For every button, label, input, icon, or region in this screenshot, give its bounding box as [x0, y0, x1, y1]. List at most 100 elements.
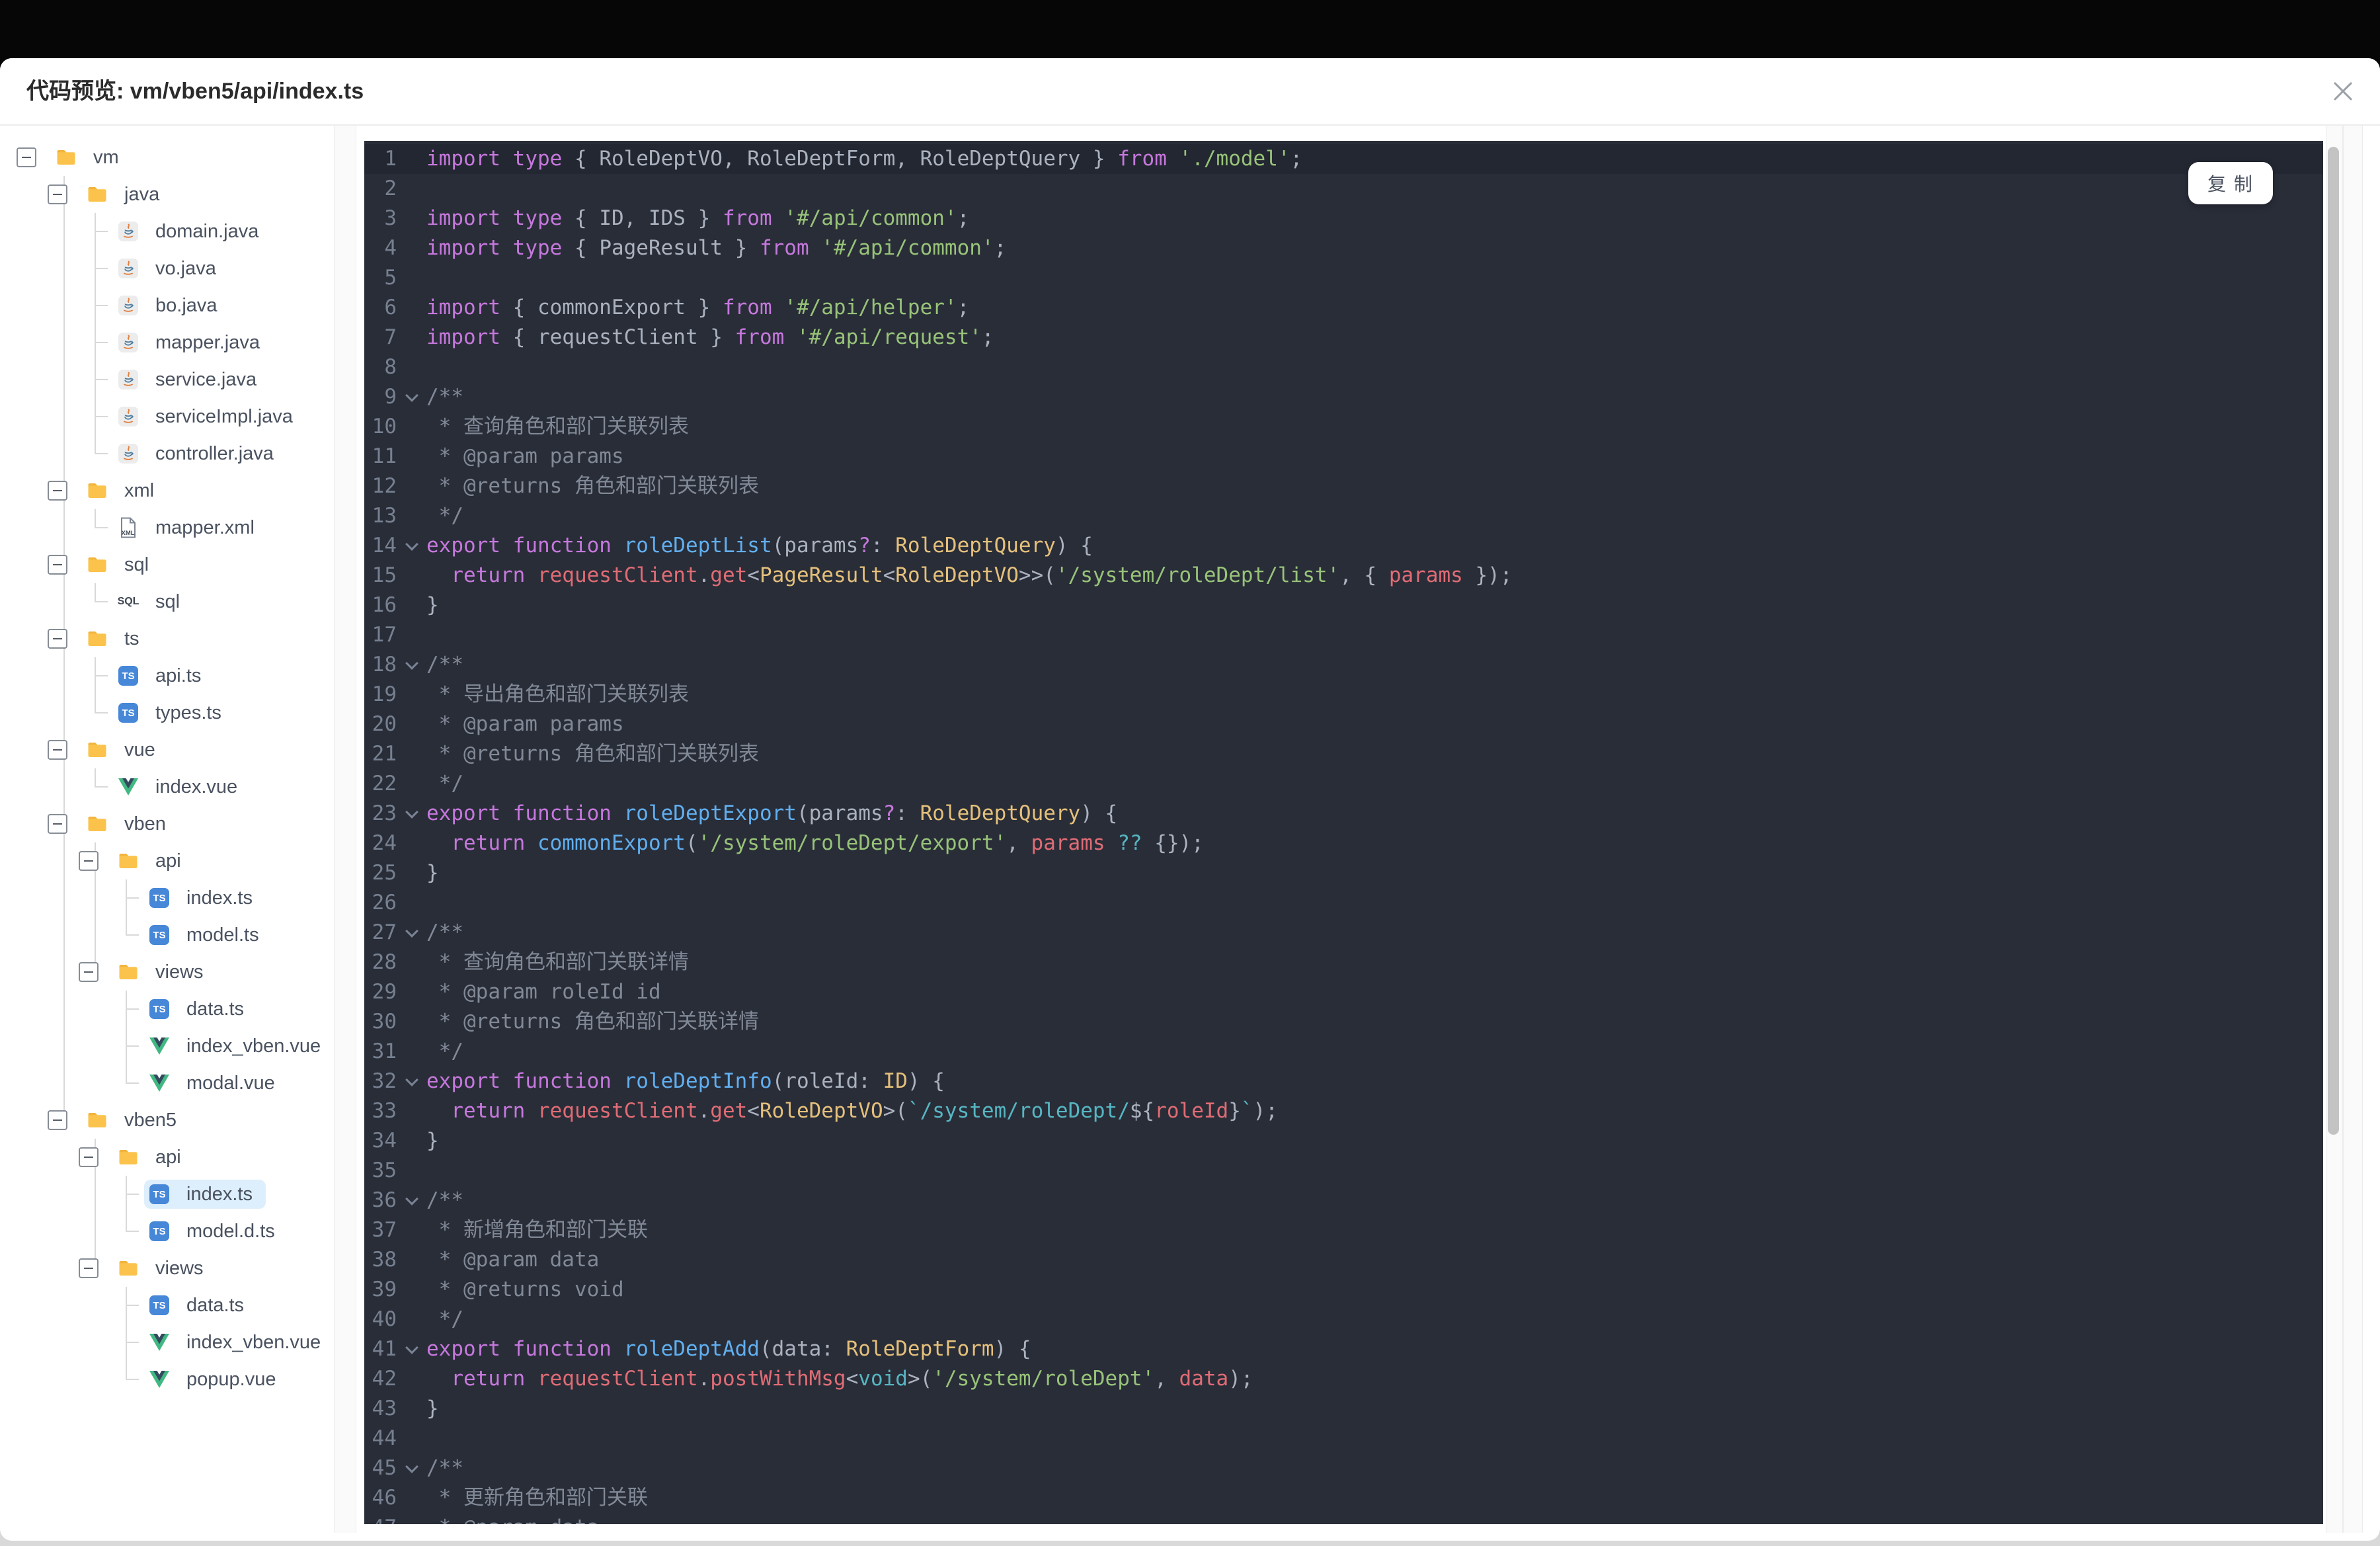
tree-item-domain-java[interactable]: domain.java	[0, 213, 334, 250]
tree-item-vo-java[interactable]: vo.java	[0, 250, 334, 287]
tree-collapse-toggle[interactable]	[48, 555, 67, 575]
fold-chevron-down-icon[interactable]	[405, 1460, 418, 1473]
tree-item-controller-java[interactable]: controller.java	[0, 435, 334, 472]
tree-item-main[interactable]: api	[113, 1143, 194, 1172]
tree-item-serviceimpl-java[interactable]: serviceImpl.java	[0, 398, 334, 435]
tree-item-main[interactable]: domain.java	[113, 217, 272, 246]
tree-item-ts[interactable]: ts	[0, 620, 334, 657]
tree-item-main[interactable]: popup.vue	[144, 1365, 289, 1394]
code-editor-panel[interactable]: 1 import type { RoleDeptVO, RoleDeptForm,…	[364, 141, 2323, 1524]
tree-item-main[interactable]: index.vue	[113, 772, 251, 801]
tree-item-main[interactable]: SQL sql	[113, 587, 193, 616]
tree-item-index-vue[interactable]: index.vue	[0, 768, 334, 805]
dialog-scrollbar-track[interactable]	[2343, 126, 2363, 1533]
tree-guide-line	[63, 250, 65, 287]
folder-icon	[88, 483, 106, 498]
tree-item-views[interactable]: views	[0, 1250, 334, 1287]
tree-item-bo-java[interactable]: bo.java	[0, 287, 334, 324]
tree-item-index-vben-vue[interactable]: index_vben.vue	[0, 1028, 334, 1065]
java-file-icon	[118, 407, 138, 427]
tree-item-vben[interactable]: vben	[0, 805, 334, 842]
tree-item-index-vben-vue[interactable]: index_vben.vue	[0, 1324, 334, 1361]
tree-item-data-ts[interactable]: TS data.ts	[0, 1287, 334, 1324]
tree-collapse-toggle[interactable]	[79, 851, 99, 871]
tree-item-main[interactable]: modal.vue	[144, 1069, 288, 1098]
tree-item-main[interactable]: TS index.ts	[144, 883, 266, 913]
tree-item-xml[interactable]: xml	[0, 472, 334, 509]
tree-collapse-toggle[interactable]	[48, 1110, 67, 1130]
fold-chevron-down-icon[interactable]	[405, 805, 418, 819]
tree-item-types-ts[interactable]: TS types.ts	[0, 694, 334, 731]
tree-item-service-java[interactable]: service.java	[0, 361, 334, 398]
tree-item-main[interactable]: java	[82, 180, 173, 209]
tree-item-model-ts[interactable]: TS model.ts	[0, 916, 334, 954]
ts-file-icon: TS	[118, 666, 138, 686]
tree-item-mapper-java[interactable]: mapper.java	[0, 324, 334, 361]
tree-item-views[interactable]: views	[0, 954, 334, 991]
fold-chevron-down-icon[interactable]	[405, 1341, 418, 1354]
fold-chevron-down-icon[interactable]	[405, 657, 418, 670]
tree-item-java[interactable]: java	[0, 176, 334, 213]
tree-item-main[interactable]: vo.java	[113, 254, 229, 283]
tree-item-main[interactable]: XML mapper.xml	[113, 513, 268, 542]
tree-item-main[interactable]: vben5	[82, 1106, 190, 1135]
tree-item-sql[interactable]: sql	[0, 546, 334, 583]
tree-collapse-toggle[interactable]	[79, 1147, 99, 1167]
tree-item-vue[interactable]: vue	[0, 731, 334, 768]
tree-guide-line	[126, 1213, 127, 1231]
tree-item-main[interactable]: serviceImpl.java	[113, 402, 306, 431]
tree-item-main[interactable]: TS model.ts	[144, 920, 272, 950]
tree-item-main[interactable]: bo.java	[113, 291, 231, 320]
tree-item-selected[interactable]: TS index.ts	[144, 1180, 266, 1209]
tree-collapse-toggle[interactable]	[48, 814, 67, 834]
tree-item-main[interactable]: TS data.ts	[144, 995, 257, 1024]
tree-item-api[interactable]: api	[0, 1139, 334, 1176]
tree-collapse-toggle[interactable]	[48, 481, 67, 501]
copy-button[interactable]: 复 制	[2188, 162, 2273, 204]
tree-item-main[interactable]: index_vben.vue	[144, 1328, 334, 1357]
tree-item-main[interactable]: vue	[82, 735, 169, 764]
tree-collapse-toggle[interactable]	[48, 740, 67, 760]
tree-item-index-ts[interactable]: TS index.ts	[0, 1176, 334, 1213]
tree-item-vm[interactable]: vm	[0, 139, 334, 176]
tree-item-main[interactable]: controller.java	[113, 439, 287, 468]
tree-item-mapper-xml[interactable]: XML mapper.xml	[0, 509, 334, 546]
fold-chevron-down-icon[interactable]	[405, 924, 418, 938]
tree-item-main[interactable]: ts	[82, 624, 153, 653]
fold-chevron-down-icon[interactable]	[405, 389, 418, 402]
tree-item-main[interactable]: TS types.ts	[113, 698, 235, 727]
tree-collapse-toggle[interactable]	[48, 184, 67, 204]
tree-item-main[interactable]: service.java	[113, 365, 270, 394]
tree-item-popup-vue[interactable]: popup.vue	[0, 1361, 334, 1398]
tree-item-main[interactable]: index_vben.vue	[144, 1032, 334, 1061]
tree-collapse-toggle[interactable]	[79, 1258, 99, 1278]
tree-collapse-toggle[interactable]	[48, 629, 67, 649]
tree-item-modal-vue[interactable]: modal.vue	[0, 1065, 334, 1102]
tree-item-main[interactable]: views	[113, 957, 217, 987]
tree-item-data-ts[interactable]: TS data.ts	[0, 991, 334, 1028]
code-scrollbar-thumb[interactable]	[2328, 147, 2339, 1135]
tree-item-main[interactable]: TS data.ts	[144, 1291, 257, 1320]
tree-item-main[interactable]: views	[113, 1254, 217, 1283]
tree-item-sql[interactable]: SQL sql	[0, 583, 334, 620]
tree-item-index-ts[interactable]: TS index.ts	[0, 879, 334, 916]
tree-item-main[interactable]: vm	[51, 143, 132, 172]
tree-item-main[interactable]: sql	[82, 550, 162, 579]
tree-item-main[interactable]: vben	[82, 809, 179, 838]
tree-collapse-toggle[interactable]	[79, 962, 99, 982]
fold-chevron-down-icon[interactable]	[405, 1192, 418, 1205]
tree-item-vben5[interactable]: vben5	[0, 1102, 334, 1139]
tree-item-api-ts[interactable]: TS api.ts	[0, 657, 334, 694]
fold-chevron-down-icon[interactable]	[405, 1073, 418, 1086]
tree-item-main[interactable]: TS api.ts	[113, 661, 214, 690]
tree-item-main[interactable]: xml	[82, 476, 167, 505]
tree-collapse-toggle[interactable]	[17, 147, 36, 167]
tree-item-main[interactable]: TS model.d.ts	[144, 1217, 288, 1246]
tree-item-main[interactable]: mapper.java	[113, 328, 273, 357]
tree-item-model-d-ts[interactable]: TS model.d.ts	[0, 1213, 334, 1250]
tree-item-api[interactable]: api	[0, 842, 334, 879]
tree-scrollbar-track[interactable]	[334, 126, 356, 1533]
tree-item-main[interactable]: api	[113, 846, 194, 875]
close-icon[interactable]	[2330, 78, 2356, 104]
fold-chevron-down-icon[interactable]	[405, 538, 418, 551]
